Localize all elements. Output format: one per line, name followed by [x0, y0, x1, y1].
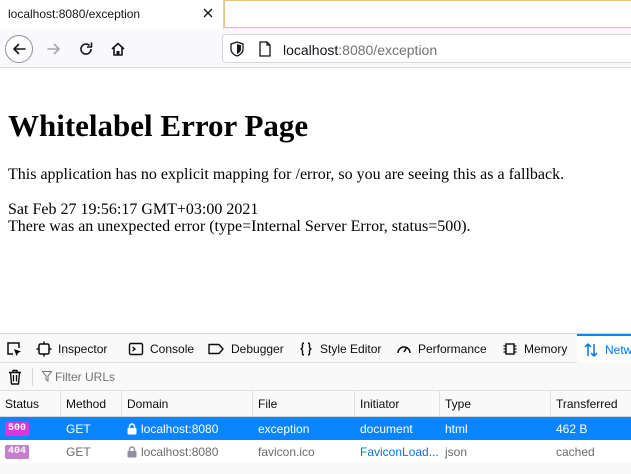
back-button[interactable] [5, 35, 33, 63]
method-cell: GET [66, 421, 91, 436]
page-info-icon[interactable] [258, 41, 272, 60]
domain-text: localhost:8080 [141, 421, 219, 436]
transferred-cell: cached [556, 444, 595, 459]
error-message: This application has no explicit mapping… [8, 166, 565, 183]
tab-network[interactable]: Netw [577, 334, 631, 363]
memory-icon [503, 342, 517, 355]
type-cell: json [445, 444, 468, 459]
column-header-status[interactable]: Status [0, 391, 61, 416]
error-timestamp: Sat Feb 27 19:56:17 GMT+03:00 2021 [8, 201, 259, 218]
toolbar-divider [32, 368, 33, 386]
file-cell: exception [258, 421, 310, 436]
reload-icon [80, 42, 93, 55]
forward-button[interactable] [40, 35, 68, 63]
home-button[interactable] [104, 35, 132, 63]
clear-requests-trash-icon[interactable] [8, 369, 22, 388]
url-bar[interactable]: localhost:8080/exception [222, 34, 631, 63]
performance-icon [397, 345, 411, 353]
status-cell: 500 [0, 417, 61, 440]
table-row[interactable]: 500 GET localhost:8080 exception documen… [0, 417, 631, 440]
home-icon [111, 42, 125, 56]
initiator-link[interactable]: FaviconLoad... [355, 440, 440, 463]
tab-console[interactable]: Console [128, 334, 194, 363]
browser-tab[interactable]: localhost:8080/exception [0, 0, 224, 29]
tab-close-icon[interactable] [199, 4, 217, 22]
tab-style-editor[interactable]: Style Editor [298, 334, 381, 363]
element-picker-icon [7, 341, 21, 356]
filter-funnel-icon [41, 371, 53, 385]
tab-performance[interactable]: Performance [396, 334, 487, 363]
tab-label: Netw [605, 342, 631, 357]
page-content: Whitelabel Error Page This application h… [0, 69, 631, 331]
domain-cell: localhost:8080 [122, 440, 253, 463]
url-host: localhost [283, 42, 339, 58]
page-heading: Whitelabel Error Page [8, 108, 309, 143]
style-editor-icon [300, 341, 312, 356]
back-arrow-icon [13, 43, 26, 55]
error-details: There was an unexpected error (type=Inte… [8, 218, 471, 235]
tab-inspector[interactable]: Inspector [36, 334, 107, 363]
inspector-icon [36, 341, 52, 356]
network-icon [584, 342, 598, 357]
tab-strip: localhost:8080/exception [0, 0, 631, 29]
filter-urls-input[interactable] [55, 366, 615, 388]
lock-icon [127, 422, 137, 434]
reload-button[interactable] [72, 35, 100, 63]
console-icon [128, 342, 144, 355]
devtools-toolbar: Inspector Console Debugger Style Editor … [0, 333, 631, 363]
navigation-toolbar: localhost:8080/exception [0, 29, 631, 68]
table-empty-area [0, 463, 631, 474]
tab-memory[interactable]: Memory [502, 334, 567, 363]
url-path: :8080/exception [338, 42, 438, 58]
status-cell: 404 [0, 440, 61, 463]
tab-title: localhost:8080/exception [8, 7, 141, 21]
debugger-icon [208, 343, 224, 354]
file-cell: favicon.ico [258, 444, 315, 459]
tab-label: Style Editor [320, 341, 382, 356]
tab-label: Performance [418, 341, 487, 356]
domain-cell: localhost:8080 [122, 417, 253, 440]
status-badge: 500 [5, 421, 30, 436]
column-header-transferred[interactable]: Transferred [551, 391, 631, 416]
transferred-cell: 462 B [556, 421, 588, 436]
element-picker-button[interactable] [6, 334, 28, 363]
tab-label: Memory [524, 341, 568, 356]
initiator-cell: document [360, 421, 413, 436]
column-header-file[interactable]: File [253, 391, 355, 416]
tracking-protection-shield-icon[interactable] [230, 41, 244, 60]
column-header-type[interactable]: Type [440, 391, 551, 416]
column-header-method[interactable]: Method [61, 391, 122, 416]
column-header-initiator[interactable]: Initiator [355, 391, 440, 416]
method-cell: GET [66, 444, 91, 459]
network-filter-bar [0, 363, 631, 391]
tab-strip-empty-area[interactable] [224, 0, 631, 28]
network-table-header: Status Method Domain File Initiator Type… [0, 391, 631, 417]
table-row[interactable]: 404 GET localhost:8080 favicon.ico Favic… [0, 440, 631, 463]
tab-debugger[interactable]: Debugger [207, 334, 284, 363]
tab-label: Console [150, 341, 195, 356]
url-text[interactable]: localhost:8080/exception [283, 42, 437, 58]
status-badge: 404 [5, 444, 30, 459]
domain-text: localhost:8080 [141, 444, 219, 459]
lock-icon [127, 445, 137, 457]
tab-label: Inspector [58, 341, 108, 356]
column-header-domain[interactable]: Domain [122, 391, 253, 416]
type-cell: html [445, 421, 468, 436]
tab-label: Debugger [231, 341, 284, 356]
forward-arrow-icon [47, 43, 60, 55]
